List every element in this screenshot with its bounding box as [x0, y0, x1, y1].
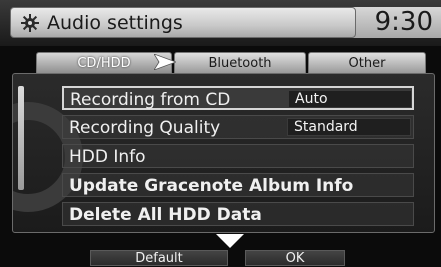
menu-item-hdd-info[interactable]: HDD Info — [62, 144, 414, 168]
tab-pointer-arrow-icon — [154, 54, 176, 70]
menu-item-recording-from-cd[interactable]: Recording from CD Auto — [62, 86, 414, 110]
default-button[interactable]: Default — [90, 250, 228, 266]
tab-label: Other — [348, 56, 386, 71]
menu-item-label: Delete All HDD Data — [69, 205, 262, 225]
tab-bar: CD/HDD Bluetooth Other — [14, 48, 436, 75]
menu-item-delete-all-hdd-data[interactable]: Delete All HDD Data — [62, 202, 414, 226]
default-button-label: Default — [135, 251, 183, 266]
menu-item-value: Standard — [287, 118, 411, 136]
ok-button[interactable]: OK — [245, 250, 345, 266]
tab-cd-hdd[interactable]: CD/HDD — [36, 52, 172, 74]
page-title: Audio settings — [47, 12, 183, 34]
menu-item-label: Update Gracenote Album Info — [69, 176, 354, 196]
menu-item-value: Auto — [288, 90, 412, 108]
scroll-down-arrow-icon[interactable] — [216, 234, 244, 250]
scrollbar[interactable] — [18, 86, 24, 190]
tab-label: CD/HDD — [77, 56, 131, 71]
menu-item-recording-quality[interactable]: Recording Quality Standard — [62, 115, 414, 139]
tab-label: Bluetooth — [208, 56, 272, 71]
title-bar: Audio settings — [10, 7, 356, 38]
tab-bluetooth[interactable]: Bluetooth — [174, 52, 306, 74]
ok-button-label: OK — [285, 251, 305, 266]
menu-item-label: Recording from CD — [70, 90, 231, 110]
gear-icon — [21, 14, 39, 32]
menu-item-update-gracenote[interactable]: Update Gracenote Album Info — [62, 173, 414, 197]
menu-item-label: Recording Quality — [69, 118, 221, 138]
clock: 9:30 — [374, 7, 433, 37]
header-bar: Audio settings 9:30 — [0, 0, 441, 46]
tab-other[interactable]: Other — [308, 52, 426, 74]
menu-item-label: HDD Info — [69, 147, 146, 167]
